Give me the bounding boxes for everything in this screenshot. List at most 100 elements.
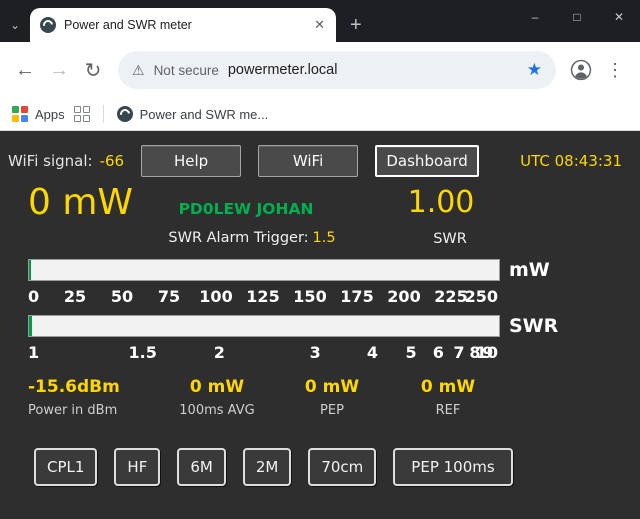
stats-row: -15.6dBm Power in dBm 0 mW 100ms AVG 0 m…	[28, 377, 640, 418]
dashboard-button[interactable]: Dashboard	[375, 145, 479, 177]
tab-close-icon[interactable]: ✕	[311, 17, 328, 33]
tab-search-button[interactable]: ⌄	[0, 8, 30, 42]
apps-label: Apps	[35, 107, 65, 122]
window-close-button[interactable]: ✕	[598, 0, 640, 34]
wifi-signal-label: WiFi signal:	[8, 152, 93, 170]
power-gauge-fill	[29, 260, 31, 280]
power-scale-tick: 175	[340, 287, 373, 306]
swr-reading: 1.00	[408, 188, 475, 218]
power-scale-tick: 50	[111, 287, 133, 306]
power-scale-tick: 25	[64, 287, 86, 306]
swr-alarm-value: 1.5	[313, 230, 336, 246]
chevron-down-icon: ⌄	[10, 18, 20, 32]
not-secure-warning-icon: ⚠	[132, 62, 145, 79]
swr-alarm-label: SWR Alarm Trigger:	[168, 230, 308, 246]
swr-scale-tick: 7	[453, 343, 464, 362]
swr-scale-tick: 3	[310, 343, 321, 362]
swr-gauge-row: SWR	[28, 315, 640, 337]
2m-button[interactable]: 2M	[243, 448, 292, 486]
utc-clock: UTC 08:43:31	[520, 152, 622, 170]
swr-gauge	[28, 315, 500, 337]
stat-label: PEP	[276, 403, 388, 418]
swr-scale-tick: 2	[214, 343, 225, 362]
stat-pep: 0 mW PEP	[276, 377, 388, 418]
help-button[interactable]: Help	[141, 145, 241, 177]
top-controls-row: WiFi signal: -66 Help WiFi Dashboard UTC…	[0, 141, 640, 181]
swr-scale-tick: 6	[433, 343, 444, 362]
70cm-button[interactable]: 70cm	[308, 448, 376, 486]
stat-label: Power in dBm	[28, 403, 158, 418]
not-secure-label[interactable]: Not secure	[154, 63, 219, 78]
swr-gauge-fill	[29, 316, 32, 336]
stat-avg: 0 mW 100ms AVG	[158, 377, 276, 418]
person-icon	[570, 59, 592, 81]
power-scale: 0 25 50 75 100 125 150 175 200 225 250	[28, 285, 498, 309]
power-scale-tick: 0	[28, 287, 39, 306]
power-gauge	[28, 259, 500, 281]
swr-gauge-unit: SWR	[509, 315, 558, 337]
browser-tab[interactable]: Power and SWR meter ✕	[30, 8, 336, 42]
wifi-signal-value: -66	[100, 152, 125, 170]
power-scale-tick: 75	[158, 287, 180, 306]
band-buttons-row: CPL1 HF 6M 2M 70cm PEP 100ms	[34, 448, 640, 486]
swr-scale-tick: 10	[476, 343, 498, 362]
back-button[interactable]: ←	[8, 53, 42, 87]
6m-button[interactable]: 6M	[177, 448, 226, 486]
stat-label: 100ms AVG	[158, 403, 276, 418]
readings-row: 0 mW PD0LEW JOHAN SWR Alarm Trigger:1.5 …	[0, 185, 640, 253]
stat-label: REF	[388, 403, 508, 418]
power-scale-tick: 150	[293, 287, 326, 306]
swr-scale-tick: 1	[28, 343, 39, 362]
bookmark-star-icon[interactable]: ★	[527, 60, 542, 80]
hf-button[interactable]: HF	[114, 448, 160, 486]
stat-value: 0 mW	[388, 377, 508, 397]
swr-scale-tick: 1.5	[129, 343, 157, 362]
pep-100ms-button[interactable]: PEP 100ms	[393, 448, 512, 486]
apps-grid-icon	[12, 106, 28, 122]
bookmark-title: Power and SWR me...	[140, 107, 269, 122]
cpl1-button[interactable]: CPL1	[34, 448, 97, 486]
power-scale-tick: 225	[434, 287, 467, 306]
power-scale-tick: 250	[465, 287, 498, 306]
callsign: PD0LEW JOHAN	[179, 200, 314, 218]
stat-value: -15.6dBm	[28, 377, 158, 397]
power-gauge-unit: mW	[509, 259, 550, 281]
url-text[interactable]: powermeter.local	[228, 62, 518, 78]
swr-reading-label: SWR	[433, 231, 467, 247]
minimize-button[interactable]: –	[514, 0, 556, 34]
window-controls: – □ ✕	[514, 0, 640, 34]
stat-value: 0 mW	[276, 377, 388, 397]
grid-icon	[74, 106, 90, 122]
stat-value: 0 mW	[158, 377, 276, 397]
maximize-button[interactable]: □	[556, 0, 598, 34]
power-reading: 0 mW	[28, 185, 133, 221]
profile-button[interactable]	[564, 53, 598, 87]
stat-ref: 0 mW REF	[388, 377, 508, 418]
power-scale-tick: 125	[246, 287, 279, 306]
bookmark-favicon-icon	[117, 106, 133, 122]
swr-scale: 1 1.5 2 3 4 5 6 7 8 9 10	[28, 341, 498, 365]
tab-title: Power and SWR meter	[64, 18, 303, 32]
site-favicon-icon	[40, 17, 56, 33]
power-scale-tick: 200	[387, 287, 420, 306]
address-bar[interactable]: ⚠ Not secure powermeter.local ★	[118, 51, 556, 89]
reload-button[interactable]: ↻	[76, 53, 110, 87]
apps-shortcut[interactable]: Apps	[12, 106, 65, 122]
power-gauge-row: mW	[28, 259, 640, 281]
wifi-button[interactable]: WiFi	[258, 145, 358, 177]
bookmarks-bar: Apps Power and SWR me...	[0, 98, 640, 131]
stat-power-dbm: -15.6dBm Power in dBm	[28, 377, 158, 418]
forward-button[interactable]: →	[42, 53, 76, 87]
page-content: WiFi signal: -66 Help WiFi Dashboard UTC…	[0, 131, 640, 519]
powermeter-bookmark[interactable]: Power and SWR me...	[117, 106, 269, 122]
swr-scale-tick: 5	[405, 343, 416, 362]
bookmarks-separator	[103, 105, 104, 123]
power-scale-tick: 100	[199, 287, 232, 306]
browser-toolbar: ← → ↻ ⚠ Not secure powermeter.local ★ ⋮	[0, 42, 640, 98]
browser-window: ⌄ Power and SWR meter ✕ + – □ ✕ ← → ↻ ⚠ …	[0, 0, 640, 519]
swr-alarm-trigger: SWR Alarm Trigger: 1.5	[168, 230, 335, 246]
new-tab-button[interactable]: +	[350, 15, 362, 35]
tab-strip: ⌄ Power and SWR meter ✕ + – □ ✕	[0, 0, 640, 42]
grid-bookmark[interactable]	[74, 106, 90, 122]
browser-menu-button[interactable]: ⋮	[598, 53, 632, 87]
